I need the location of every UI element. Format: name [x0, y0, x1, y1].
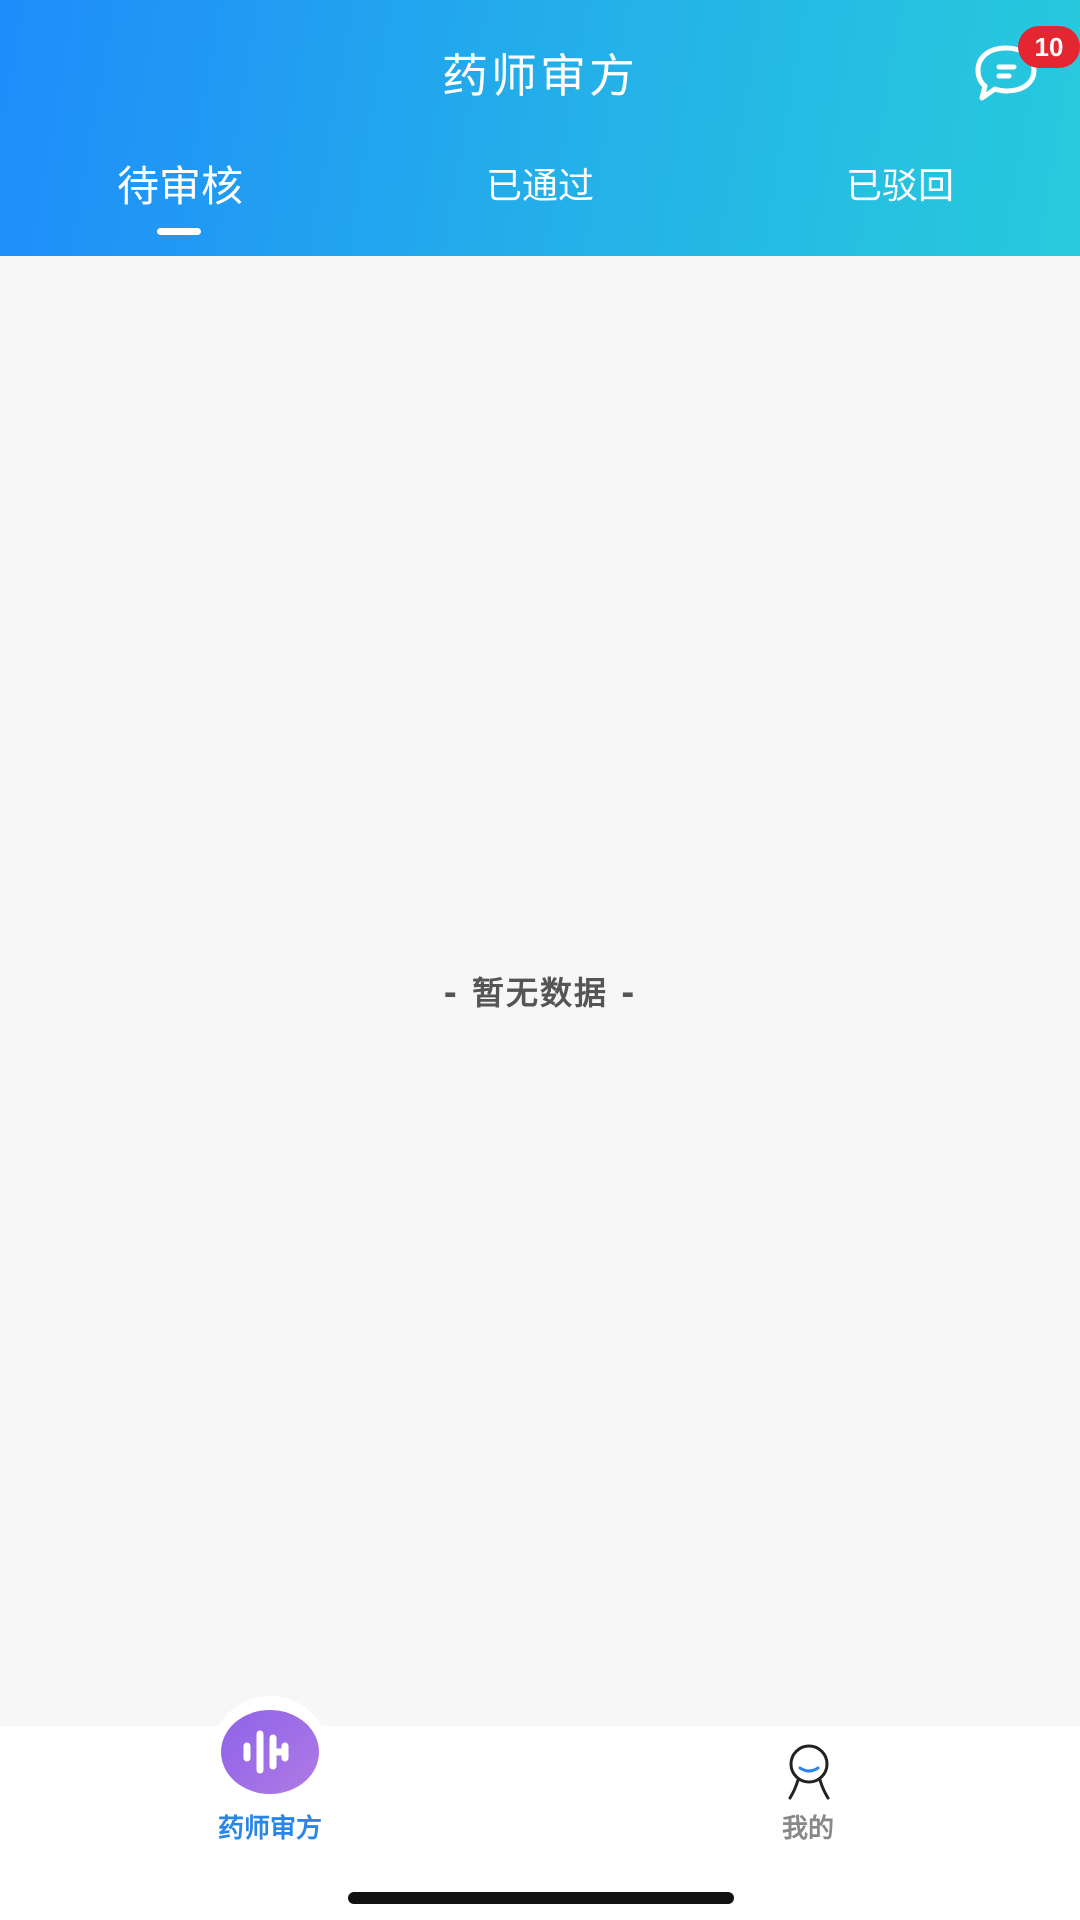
tab-approved[interactable]: 已通过 [360, 160, 720, 214]
tabbar-item-pharmacist-review[interactable] [221, 1710, 319, 1794]
tabbar-item-mine[interactable] [783, 1744, 835, 1800]
home-indicator [348, 1892, 734, 1904]
empty-state-text: - 暂无数据 - [443, 974, 637, 1012]
bottom-tab-bar [0, 1726, 1080, 1920]
review-tabs: 待审核 已通过 已驳回 [0, 160, 1080, 256]
tabbar-label-pharmacist-review[interactable]: 药师审方 [170, 1808, 370, 1845]
message-badge: 10 [1018, 26, 1080, 68]
page-title: 药师审方 [442, 49, 638, 103]
app-header: 药师审方 10 待审核 已通过 已驳回 [0, 0, 1080, 256]
active-tab-indicator [157, 228, 201, 235]
tabbar-label-mine[interactable]: 我的 [708, 1808, 908, 1845]
person-icon [788, 1744, 830, 1800]
tab-rejected[interactable]: 已驳回 [720, 160, 1080, 214]
waveform-icon [243, 1730, 289, 1774]
tab-pending[interactable]: 待审核 [0, 160, 360, 214]
